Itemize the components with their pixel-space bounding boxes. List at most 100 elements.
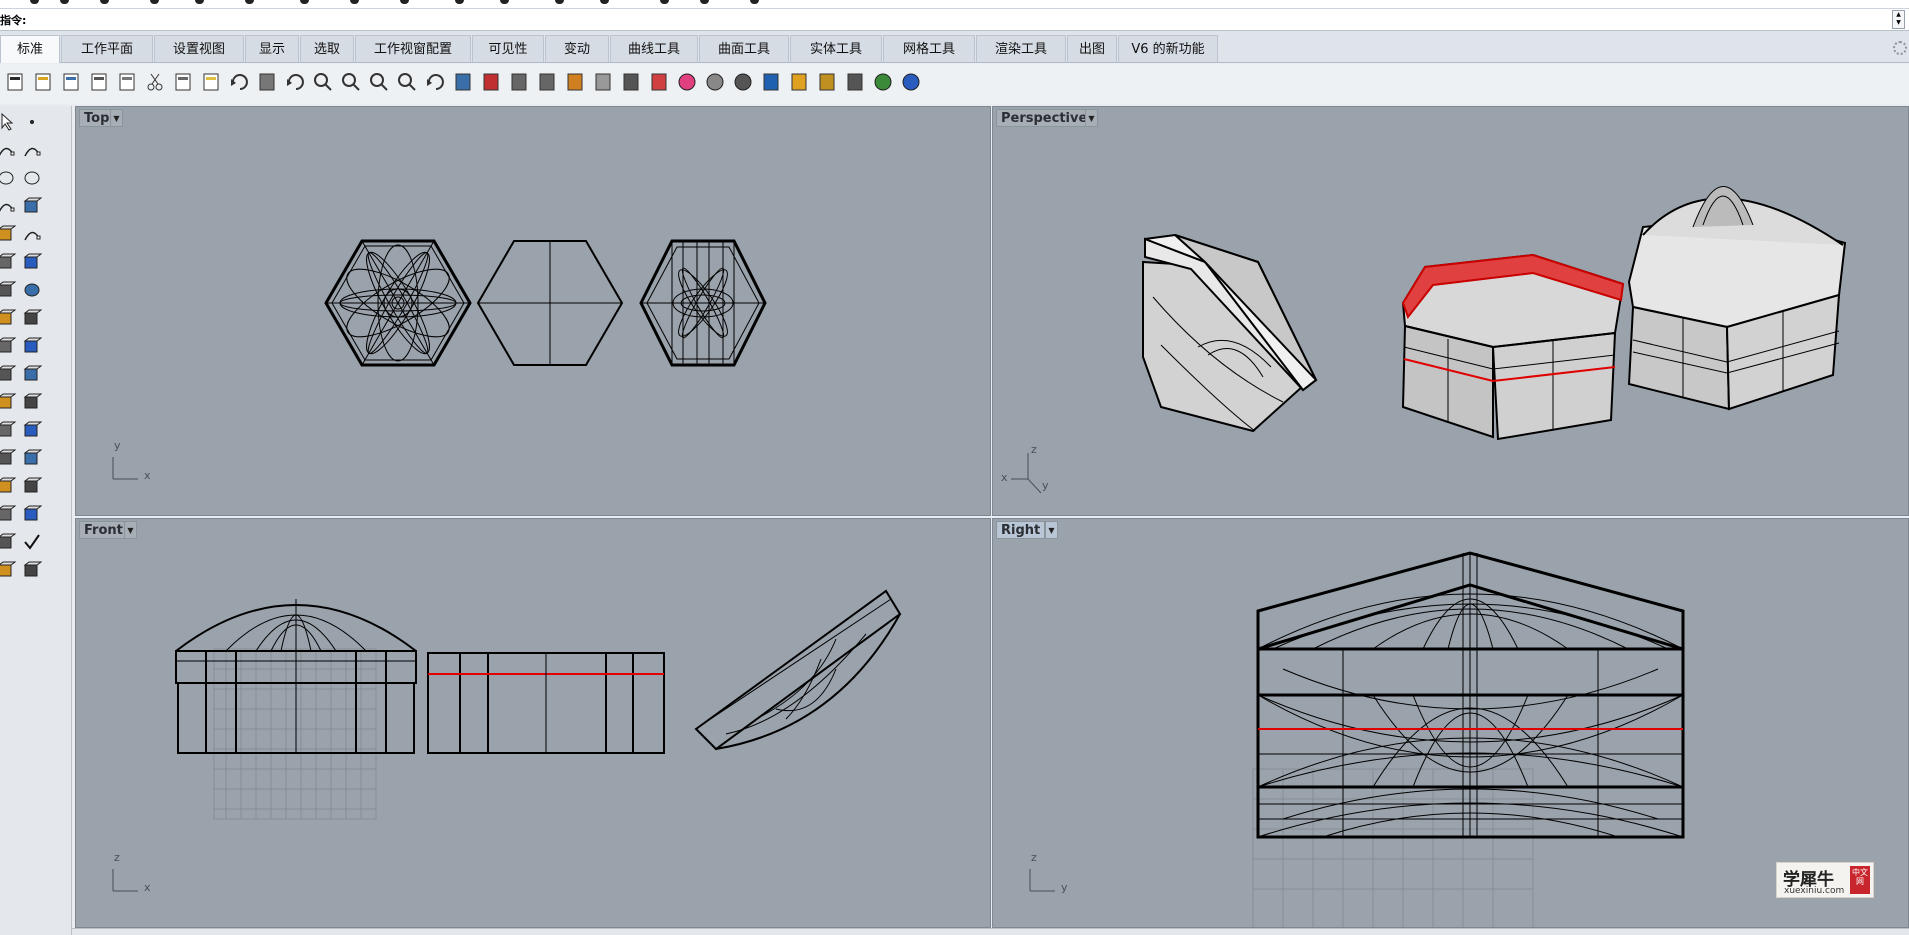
tab-13[interactable]: 出图	[1067, 35, 1117, 62]
check-icon[interactable]	[22, 532, 42, 552]
undo-view-icon[interactable]	[424, 71, 446, 93]
paint-icon[interactable]	[22, 560, 43, 580]
surface-icon[interactable]	[0, 252, 17, 272]
zoom-icon[interactable]	[312, 71, 334, 93]
tab-3[interactable]: 显示	[245, 35, 299, 62]
extrude-icon[interactable]	[22, 308, 43, 328]
axis-label-y: y	[1042, 479, 1049, 492]
command-history-spinner[interactable]: ▲ ▼	[1892, 10, 1905, 29]
zoom-selected-icon[interactable]	[396, 71, 418, 93]
render-tool-icon[interactable]	[0, 560, 17, 580]
transform-icon[interactable]	[22, 476, 43, 496]
viewport-front[interactable]: Front ▼ x z	[75, 518, 991, 928]
gear-icon[interactable]	[816, 71, 838, 93]
tab-10[interactable]: 实体工具	[790, 35, 882, 62]
help-icon[interactable]	[900, 71, 922, 93]
tab-0[interactable]: 标准	[0, 35, 60, 63]
split-icon[interactable]	[22, 420, 43, 440]
ellipse-icon[interactable]	[22, 168, 42, 188]
grid-array-icon[interactable]	[0, 504, 17, 524]
point-icon[interactable]	[22, 112, 42, 132]
dimension-icon[interactable]	[22, 364, 43, 384]
viewport-top[interactable]: Top ▼ x y	[75, 106, 991, 516]
zoom-extents-icon[interactable]	[368, 71, 390, 93]
tab-1[interactable]: 工作平面	[61, 35, 153, 62]
right-view-scene	[1029, 551, 1685, 927]
paste-icon[interactable]	[200, 71, 222, 93]
viewport-menu-perspective[interactable]: ▼	[1085, 109, 1098, 127]
mesh-tool-icon[interactable]	[0, 364, 17, 384]
tab-11[interactable]: 网格工具	[883, 35, 975, 62]
render-icon[interactable]	[760, 71, 782, 93]
zoom-window-icon[interactable]	[340, 71, 362, 93]
lock-icon[interactable]	[620, 71, 642, 93]
polyline-icon[interactable]	[0, 140, 16, 160]
mesh-icon[interactable]	[844, 71, 866, 93]
viewport-menu-front[interactable]: ▼	[124, 521, 137, 539]
axis-label-y: y	[114, 439, 121, 452]
material-icon[interactable]	[788, 71, 810, 93]
viewport-menu-right[interactable]: ▼	[1045, 521, 1058, 539]
import-icon[interactable]	[116, 71, 138, 93]
show-icon[interactable]	[536, 71, 558, 93]
rectangle-icon[interactable]	[22, 196, 43, 216]
analyze-icon[interactable]	[0, 532, 17, 552]
shell-icon[interactable]	[22, 336, 43, 356]
trim-icon[interactable]	[0, 420, 17, 440]
fillet-icon[interactable]	[22, 224, 42, 244]
print-icon[interactable]	[88, 71, 110, 93]
tab-5[interactable]: 工作视窗配置	[355, 35, 471, 62]
site-watermark: 学犀牛 xuexiniu.com 中文网	[1776, 862, 1874, 898]
tab-4[interactable]: 选取	[300, 35, 354, 62]
four-viewports-icon[interactable]	[452, 71, 474, 93]
copy-icon[interactable]	[172, 71, 194, 93]
tab-6[interactable]: 可见性	[472, 35, 544, 62]
tab-14[interactable]: V6 的新功能	[1118, 35, 1218, 62]
explode-icon[interactable]	[22, 392, 43, 412]
tab-12[interactable]: 渲染工具	[976, 35, 1066, 62]
undo-icon[interactable]	[228, 71, 250, 93]
rendered-sphere-icon[interactable]	[732, 71, 754, 93]
cut-icon[interactable]	[144, 71, 166, 93]
array-icon[interactable]	[0, 448, 17, 468]
select-arrow-icon[interactable]	[0, 112, 16, 132]
loft-icon[interactable]	[22, 252, 43, 272]
save-icon[interactable]	[60, 71, 82, 93]
color-wheel-icon[interactable]	[676, 71, 698, 93]
move-icon[interactable]	[22, 448, 43, 468]
select-points-icon[interactable]	[564, 71, 586, 93]
open-icon[interactable]	[32, 71, 54, 93]
viewport-title-perspective[interactable]: Perspective	[996, 109, 1093, 127]
box-icon[interactable]	[0, 280, 17, 300]
sphere-icon[interactable]	[22, 280, 42, 300]
layer-icon[interactable]	[648, 71, 670, 93]
viewport-right[interactable]: Right ▼ y z	[992, 518, 1909, 928]
tab-7[interactable]: 变动	[545, 35, 609, 62]
viewport-perspective[interactable]: Perspective ▼ x z y	[992, 106, 1909, 516]
tab-2[interactable]: 设置视图	[154, 35, 244, 62]
polygon-icon[interactable]	[0, 224, 17, 244]
pan-icon[interactable]	[256, 71, 278, 93]
viewport-title-front[interactable]: Front	[79, 521, 128, 539]
rotate-icon[interactable]	[284, 71, 306, 93]
group-icon[interactable]	[0, 476, 17, 496]
light-icon[interactable]	[592, 71, 614, 93]
command-input[interactable]	[26, 11, 1876, 28]
viewport-title-right[interactable]: Right	[996, 521, 1046, 539]
cylinder-icon[interactable]	[0, 308, 17, 328]
join-icon[interactable]	[0, 392, 17, 412]
new-icon[interactable]	[4, 71, 26, 93]
tab-9[interactable]: 曲面工具	[699, 35, 789, 62]
shaded-sphere-icon[interactable]	[704, 71, 726, 93]
globe-icon[interactable]	[872, 71, 894, 93]
car-icon[interactable]	[480, 71, 502, 93]
curve-icon[interactable]	[22, 140, 42, 160]
ribbon-settings-gear-icon[interactable]	[1893, 41, 1907, 55]
circle-icon[interactable]	[0, 168, 16, 188]
viewport-menu-top[interactable]: ▼	[110, 109, 123, 127]
arc-icon[interactable]	[0, 196, 16, 216]
tab-8[interactable]: 曲线工具	[610, 35, 698, 62]
hide-icon[interactable]	[508, 71, 530, 93]
block-icon[interactable]	[22, 504, 43, 524]
boolean-icon[interactable]	[0, 336, 17, 356]
